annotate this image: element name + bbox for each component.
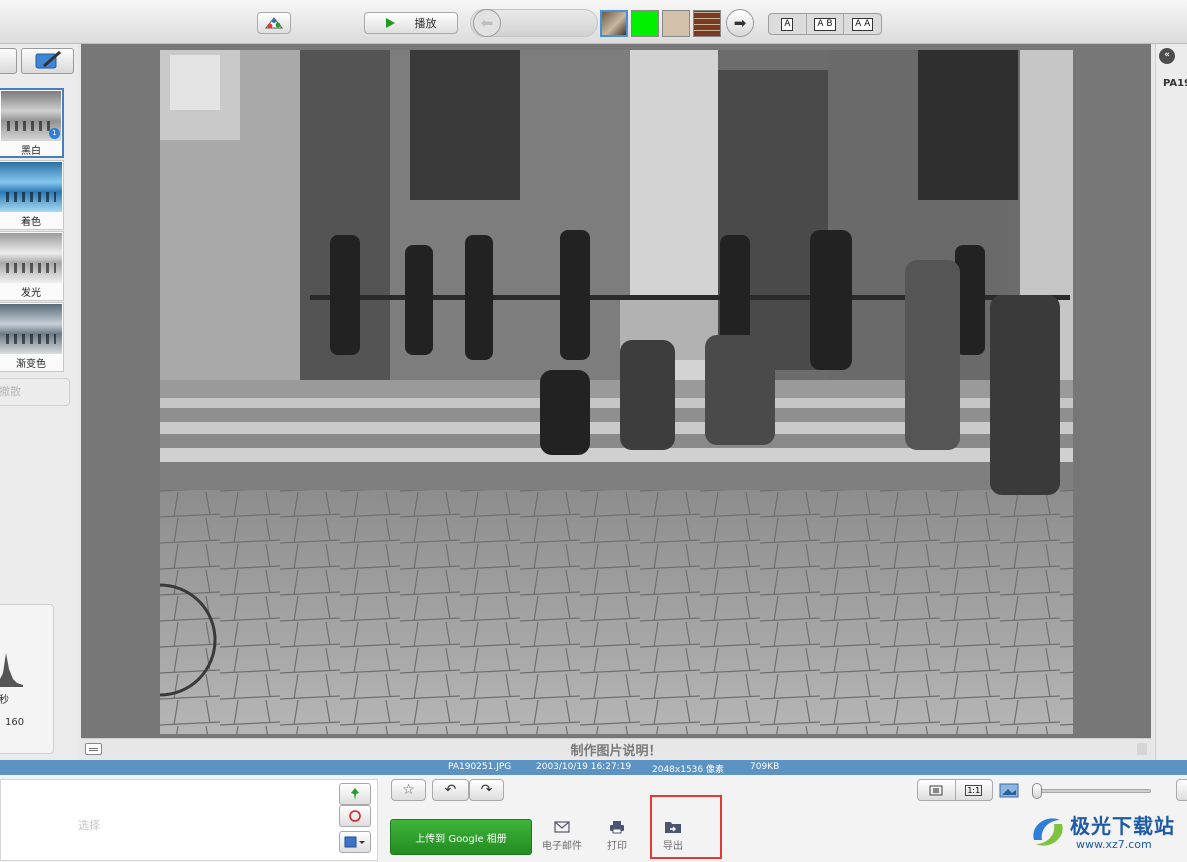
watermark-url: www.xz7.com [1076,838,1152,851]
export-highlight-box [650,795,722,859]
clear-tray-button[interactable] [339,805,371,827]
watermark-swirl-icon [1033,818,1063,846]
arrow-left-icon: ⬅ [480,14,494,32]
histogram-exposure: 秒 [0,695,9,706]
effect-thumbnail [0,233,62,283]
effect-gradient[interactable]: 渐变色 [0,302,64,372]
rotate-left-button[interactable]: ↶ [432,779,469,801]
photo-info-bar: PA190251.JPG 2003/10/19 16:27:19 2048x15… [0,760,1187,775]
effect-thumbnail [0,304,62,354]
photo-image [160,50,1073,734]
print-button[interactable]: 打印 [592,819,642,852]
effect-label: 发光 [21,288,41,299]
printer-icon [610,821,624,834]
fit-icon [929,785,943,795]
photo-tray[interactable]: 选择 [0,779,378,861]
zoom-slider[interactable] [1032,783,1151,799]
view-mode-group: 1:1 [917,779,993,801]
envelope-icon [554,821,570,833]
star-icon: ☆ [402,782,415,798]
watermark-logo: 极光下载站 www.xz7.com [1026,804,1186,860]
effect-glow[interactable]: 发光 [0,231,64,301]
text-style-double[interactable]: A B [807,14,845,34]
zoom-image-icon [999,781,1021,803]
caption-bar: 制作图片说明！ [81,738,1151,759]
info-filesize: 709KB [750,762,780,772]
top-toolbar: 播放 ⬅ ➡ A A B A A [0,0,1187,44]
effects-icon [264,17,284,29]
fit-view-button[interactable] [918,780,956,800]
collapse-panel-button[interactable]: « [1159,48,1175,64]
effect-count-badge: 1 [49,128,60,139]
previous-button[interactable]: ⬅ [473,9,501,37]
info-filename: PA190251.JPG [448,762,512,772]
histogram-iso: 160 [5,717,25,728]
tab-tools[interactable] [0,48,17,74]
watermark-title: 极光下载站 [1070,814,1175,838]
right-info-panel: « PA19 [1155,44,1187,760]
effect-thumbnail [0,162,62,212]
effect-tint[interactable]: 着色 [0,160,64,230]
pin-button[interactable] [339,783,371,805]
upload-google-photos-button[interactable]: 上传到 Google 相册 [390,819,532,855]
actual-size-button[interactable]: 1:1 [956,780,993,800]
tray-label: 选择 [78,819,100,832]
effect-black-white[interactable]: 1 黑白 [0,88,64,158]
text-style-group: A A B A A [768,13,882,35]
album-icon [344,836,365,848]
more-button[interactable] [1176,779,1187,801]
rotate-right-icon: ↷ [480,782,493,798]
effect-label: 渐变色 [16,359,46,370]
thumbnail-beige[interactable] [662,10,690,37]
histogram-graph [0,653,23,687]
effects-button[interactable] [257,12,291,34]
arrow-right-icon: ➡ [733,14,747,32]
left-panel-tabs [0,46,74,76]
text-style-spaced[interactable]: A A [844,14,881,34]
effect-label: 黑白 [21,146,41,157]
pin-icon [351,788,359,800]
play-button[interactable]: 播放 [364,12,458,34]
effect-label: 着色 [21,217,41,228]
text-style-single[interactable]: A [769,14,807,34]
double-chevron-left-icon: « [1164,50,1170,60]
zoom-slider-thumb[interactable] [1032,783,1042,799]
play-label: 播放 [414,17,437,30]
play-icon [385,18,395,28]
rotate-right-button[interactable]: ↷ [469,779,504,801]
bottom-panel: 选择 ☆ ↶ ↷ 上传到 Google 相册 电子邮件 打印 导出 1:1 [0,775,1187,862]
caption-input[interactable]: 制作图片说明！ [81,740,1151,759]
tab-effects[interactable] [21,48,74,74]
thumbnail-green[interactable] [631,10,659,37]
brush-icon [35,50,61,69]
next-button[interactable]: ➡ [726,9,754,37]
thumbnail-photo[interactable] [600,10,628,37]
email-button[interactable]: 电子邮件 [537,819,587,852]
info-dimensions: 2048x1536 像素 [652,765,724,775]
undo-button[interactable]: 撤散 [0,378,70,406]
star-button[interactable]: ☆ [391,779,426,801]
trash-icon[interactable] [1137,743,1147,755]
print-label: 打印 [607,841,627,852]
album-menu-button[interactable] [339,831,371,853]
rotate-left-icon: ↶ [444,782,457,798]
main-photo[interactable] [160,50,1073,734]
photo-viewer [81,44,1151,738]
circle-icon [349,810,361,822]
left-effects-panel: 1 黑白 着色 发光 渐变色 撤散 秒 160 [0,44,78,760]
thumbnail-brick[interactable] [693,10,721,37]
email-label: 电子邮件 [542,841,582,852]
info-datetime: 2003/10/19 16:27:19 [536,762,632,772]
histogram-panel: 秒 160 [0,604,54,754]
right-panel-filename: PA19 [1163,78,1187,89]
